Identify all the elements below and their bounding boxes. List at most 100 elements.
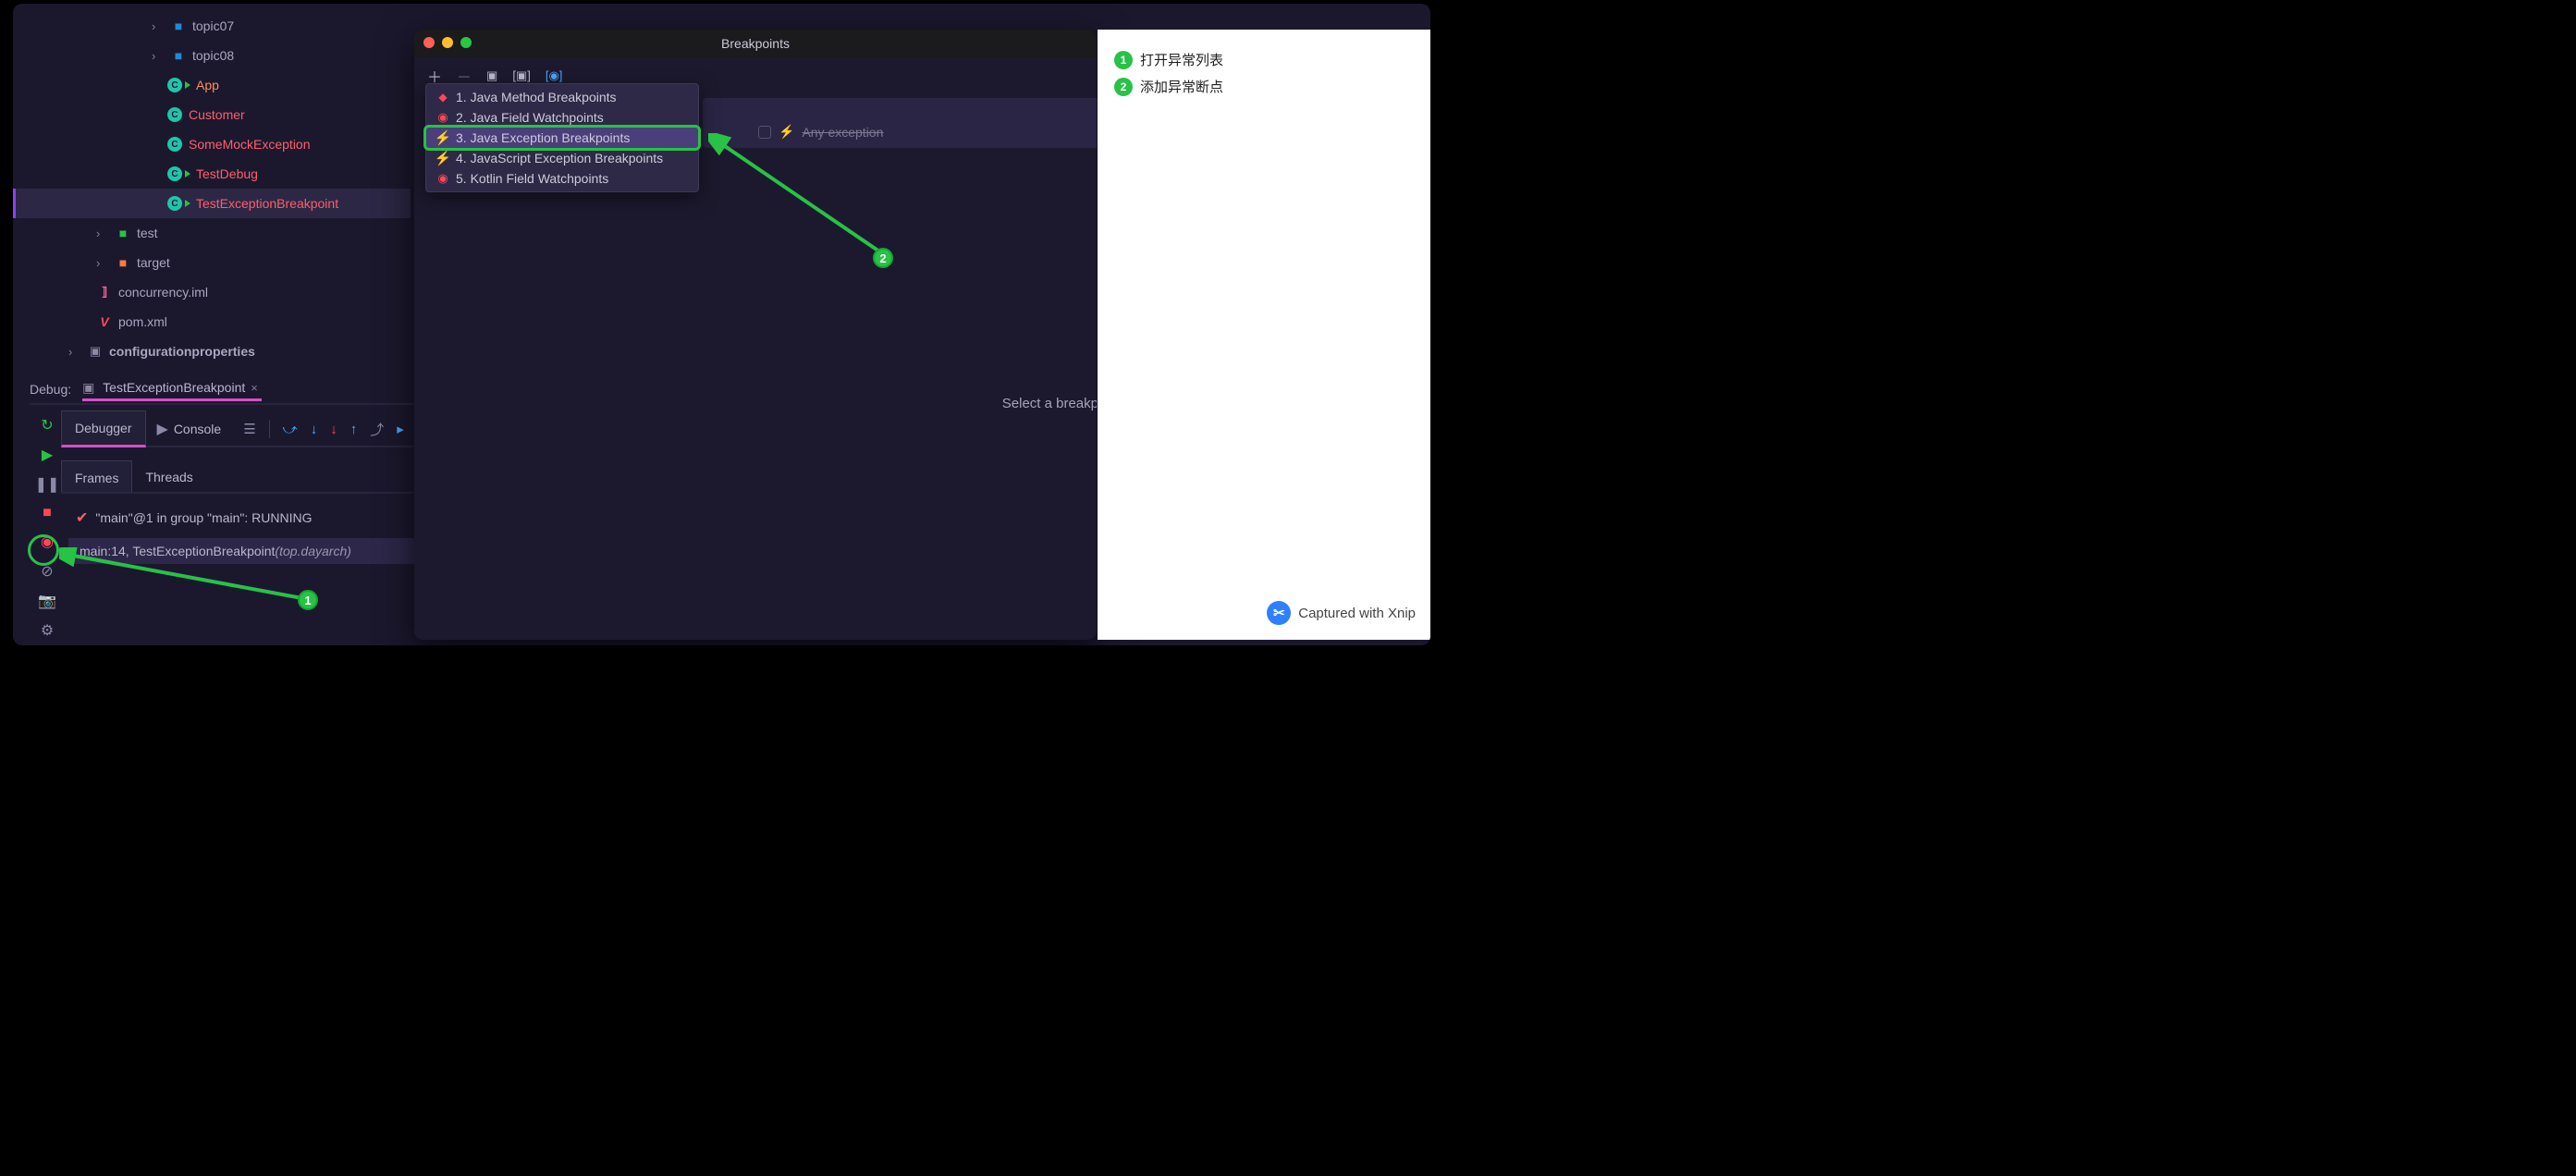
group-by-file-icon[interactable]: [▣] <box>512 68 531 83</box>
class-icon: C <box>166 196 183 211</box>
maven-file-icon: V <box>96 314 113 329</box>
step-into-icon[interactable]: ↓ <box>311 422 318 437</box>
highlight-circle-1 <box>28 534 59 566</box>
frame-package: (top.dayarch) <box>275 544 350 558</box>
tree-class-testexbp[interactable]: C TestExceptionBreakpoint <box>13 189 411 218</box>
run-config-icon: ▣ <box>82 380 97 395</box>
menu-label: 4. JavaScript Exception Breakpoints <box>456 151 663 165</box>
minimize-window-icon[interactable] <box>442 37 453 48</box>
menu-kotlin-field-wp[interactable]: ◉ 5. Kotlin Field Watchpoints <box>426 168 698 189</box>
tree-module-conf[interactable]: › ▣ configurationproperties <box>30 337 418 366</box>
step-over-icon[interactable]: ⤻ <box>283 422 298 437</box>
run-config-tab[interactable]: ▣ TestExceptionBreakpoint × <box>82 376 262 401</box>
menu-java-field-wp[interactable]: ◉ 2. Java Field Watchpoints <box>426 107 698 128</box>
tree-label: TestDebug <box>196 166 258 181</box>
settings-icon[interactable]: ⚙ <box>41 621 54 640</box>
view-options-icon[interactable]: [◉] <box>546 68 563 83</box>
debug-label: Debug: <box>30 382 71 397</box>
folder-icon: ■ <box>170 18 187 33</box>
class-icon: C <box>166 166 183 181</box>
run-config-name: TestExceptionBreakpoint <box>103 380 245 395</box>
stop-icon[interactable]: ■ <box>43 505 52 521</box>
debug-header: Debug: ▣ TestExceptionBreakpoint × <box>30 377 418 405</box>
window-controls <box>423 37 472 48</box>
chevron-right-icon: › <box>68 345 81 359</box>
maximize-window-icon[interactable] <box>460 37 472 48</box>
tree-label: test <box>137 226 158 240</box>
show-frames-icon[interactable]: ☰ <box>243 421 255 437</box>
menu-js-exception-bp[interactable]: ⚡ 4. JavaScript Exception Breakpoints <box>426 148 698 168</box>
test-folder-icon: ■ <box>115 226 131 240</box>
tree-folder-test[interactable]: › ■ test <box>30 218 418 248</box>
iml-file-icon: ⟧ <box>96 285 113 300</box>
xnip-watermark: ✂ Captured with Xnip <box>1267 601 1416 625</box>
add-breakpoint-menu: ◆ 1. Java Method Breakpoints ◉ 2. Java F… <box>425 83 699 192</box>
tree-label: App <box>196 78 219 92</box>
folder-icon: ■ <box>115 255 131 270</box>
annotation-badge-1: 1 <box>1114 51 1133 69</box>
debug-panel: Debug: ▣ TestExceptionBreakpoint × <box>30 377 418 405</box>
diamond-icon: ◆ <box>435 91 450 104</box>
tab-frames[interactable]: Frames <box>61 460 132 492</box>
tree-class-customer[interactable]: C Customer <box>30 100 418 129</box>
chevron-right-icon: › <box>96 256 109 270</box>
thread-row[interactable]: ✔ "main"@1 in group "main": RUNNING <box>76 508 312 527</box>
run-to-cursor-icon[interactable]: ▸ <box>397 421 404 437</box>
annotation-badge-2: 2 <box>1114 78 1133 96</box>
overlay-badge-2: 2 <box>873 248 893 268</box>
pause-icon[interactable]: ❚❚ <box>35 475 60 494</box>
drop-frame-icon[interactable]: ⤴ <box>370 420 384 439</box>
tree-label: pom.xml <box>118 314 167 329</box>
tab-debugger[interactable]: Debugger <box>61 410 146 447</box>
force-step-into-icon[interactable]: ↓ <box>330 422 337 437</box>
step-out-icon[interactable]: ↑ <box>350 422 358 437</box>
checkbox-icon[interactable] <box>758 126 771 139</box>
tree-class-testdebug[interactable]: C TestDebug <box>30 159 418 189</box>
debug-side-toolbar: ↻ ▶ ❚❚ ■ ◉ ⊘ 📷 ⚙ <box>33 416 61 640</box>
class-icon: C <box>166 137 183 152</box>
chevron-right-icon: › <box>96 227 109 240</box>
menu-label: 2. Java Field Watchpoints <box>456 110 604 125</box>
camera-icon[interactable]: 📷 <box>38 592 56 610</box>
lightning-icon: ⚡ <box>435 150 450 166</box>
tree-file-iml[interactable]: ⟧ concurrency.iml <box>30 277 418 307</box>
menu-label: 5. Kotlin Field Watchpoints <box>456 171 608 186</box>
annotation-2: 2 添加异常断点 <box>1114 77 1414 96</box>
run-icon <box>185 200 190 207</box>
stack-frame-row[interactable]: main:14, TestExceptionBreakpoint (top.da… <box>68 538 418 564</box>
tree-class-app[interactable]: C App <box>30 70 418 100</box>
tree-folder-topic08[interactable]: › ■ topic08 <box>30 41 418 70</box>
class-icon: C <box>166 78 183 92</box>
class-icon: C <box>166 107 183 122</box>
select-breakpoint-message: Select a breakp <box>1002 396 1097 411</box>
tab-console[interactable]: Console <box>174 412 234 446</box>
rerun-icon[interactable]: ↻ <box>41 416 53 435</box>
debug-tabs: Debugger ▶ Console ☰ ⤻ ↓ ↓ ↑ ⤴ ▸ <box>61 412 418 447</box>
menu-java-method-bp[interactable]: ◆ 1. Java Method Breakpoints <box>426 87 698 107</box>
chevron-right-icon: › <box>152 19 165 33</box>
menu-label: 3. Java Exception Breakpoints <box>456 130 630 145</box>
console-icon: ▶ <box>157 420 168 438</box>
close-window-icon[interactable] <box>423 37 435 48</box>
chevron-right-icon: › <box>152 49 165 63</box>
tree-label: Customer <box>189 107 245 122</box>
ide-window: › ■ topic07 › ■ topic08 C App C Customer… <box>13 4 1430 645</box>
eye-icon: ◉ <box>435 110 450 125</box>
close-icon[interactable]: × <box>251 381 258 395</box>
tree-folder-topic07[interactable]: › ■ topic07 <box>30 11 418 41</box>
tree-label: configurationproperties <box>109 344 255 359</box>
group-by-package-icon[interactable]: ▣ <box>486 68 497 83</box>
menu-java-exception-bp[interactable]: ⚡ 3. Java Exception Breakpoints <box>426 128 698 148</box>
tree-label: concurrency.iml <box>118 285 208 300</box>
tree-folder-target[interactable]: › ■ target <box>30 248 418 277</box>
tree-label: topic07 <box>192 18 234 33</box>
eye-icon: ◉ <box>435 171 450 186</box>
frame-label: main:14, TestExceptionBreakpoint <box>80 544 275 558</box>
tree-class-mockex[interactable]: C SomeMockException <box>30 129 418 159</box>
any-exception-label: Any exception <box>802 125 883 140</box>
thread-label: "main"@1 in group "main": RUNNING <box>95 510 312 525</box>
tab-threads[interactable]: Threads <box>132 460 205 492</box>
exception-icon: ⚡ <box>779 124 794 140</box>
resume-icon[interactable]: ▶ <box>42 446 53 464</box>
tree-file-pom[interactable]: V pom.xml <box>30 307 418 337</box>
